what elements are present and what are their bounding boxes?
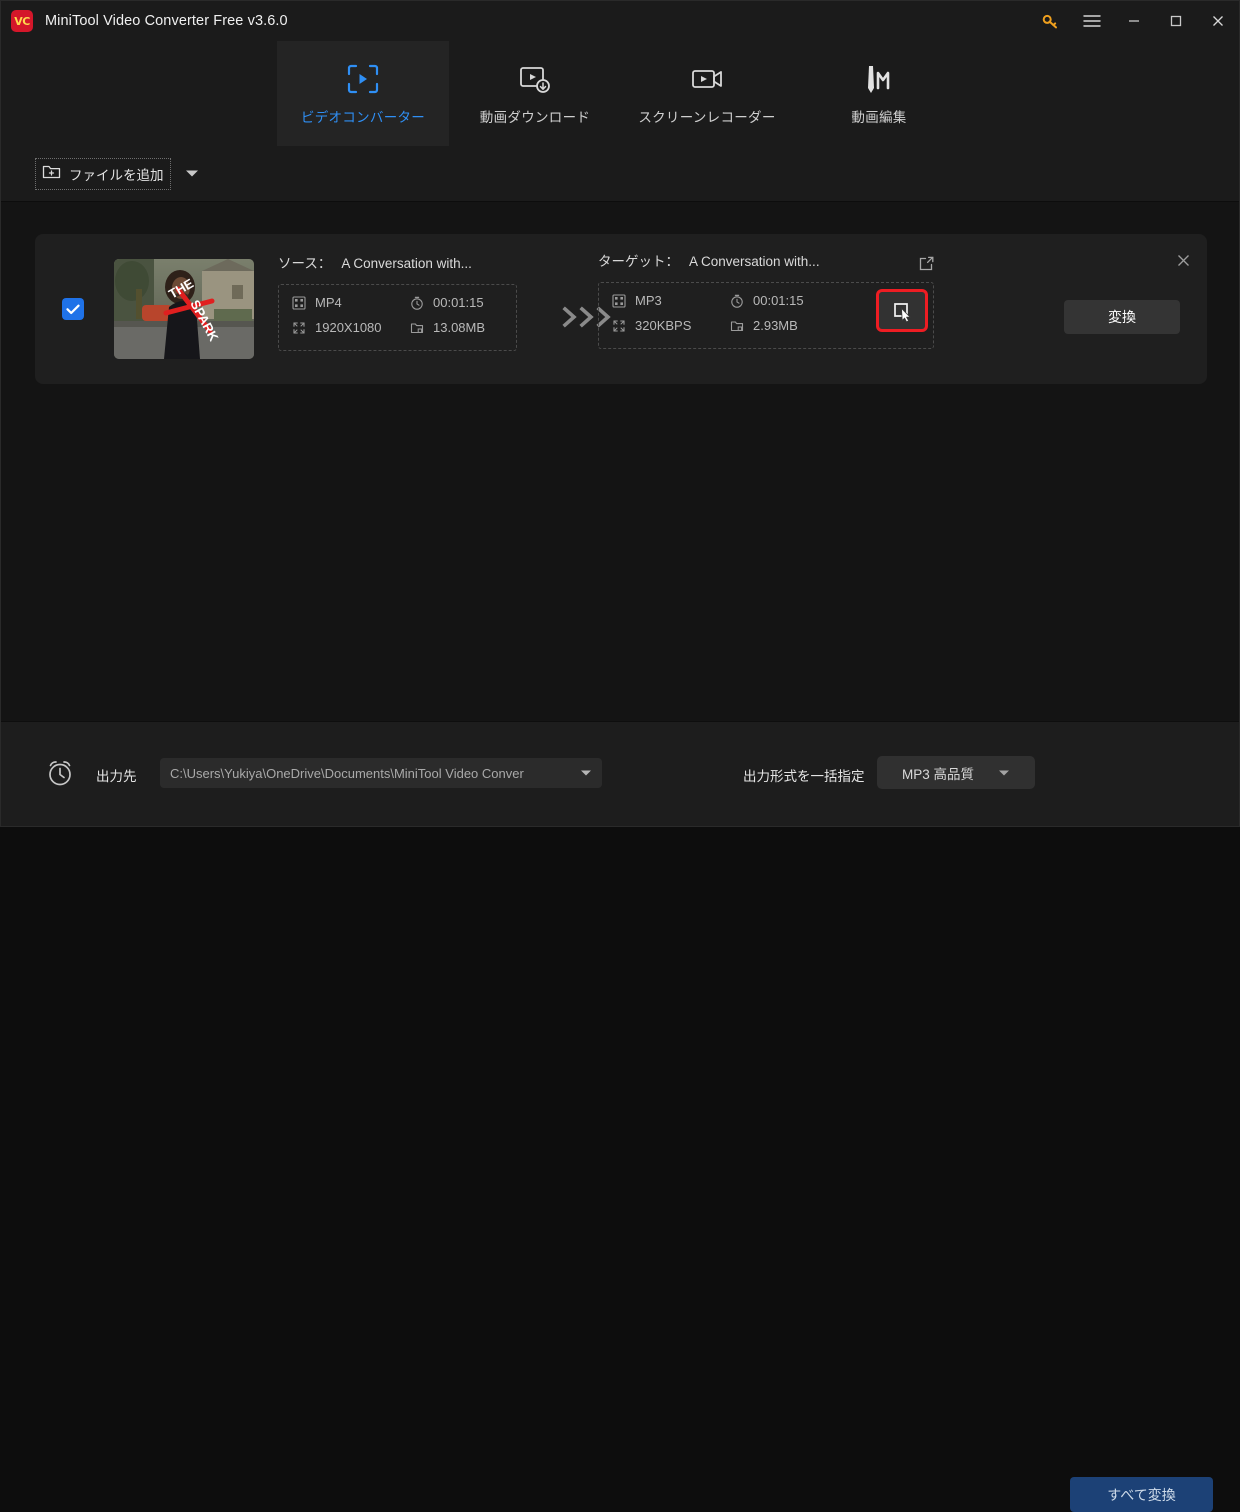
title-bar: VC MiniTool Video Converter Free v3.6.0 [1,1,1239,41]
file-select-checkbox[interactable] [62,298,84,320]
source-size: 13.08MB [409,320,504,335]
source-duration-value: 00:01:15 [433,295,484,310]
hamburger-menu-icon[interactable] [1071,1,1113,41]
source-info-box: MP4 00:01:15 1920X1080 13.08MB [278,284,517,351]
tab-label: スクリーンレコーダー [638,109,776,125]
source-format: MP4 [291,295,409,310]
tab-video-edit[interactable]: 動画編集 [793,41,965,146]
target-info-box: MP3 00:01:15 320KBPS 2.93MB [598,282,934,349]
add-file-button[interactable]: ファイルを追加 [35,157,171,190]
video-converter-icon [345,62,381,96]
chevron-down-icon[interactable] [185,165,199,183]
source-format-value: MP4 [315,295,342,310]
add-file-label: ファイルを追加 [69,167,164,183]
target-filename: A Conversation with... [689,254,820,269]
tab-screen-recorder[interactable]: スクリーンレコーダー [621,41,793,146]
app-logo: VC [11,10,33,32]
chevron-down-icon[interactable] [998,764,1010,782]
window-title: MiniTool Video Converter Free v3.6.0 [45,13,288,29]
output-destination-label: 出力先 [96,769,137,784]
main-content-area: THE SPARK ソース： A Conversation with... MP… [1,202,1239,721]
source-title: ソース： A Conversation with... [278,252,528,272]
target-duration-value: 00:01:15 [753,293,804,308]
output-path-value: C:\Users\Yukiya\OneDrive\Documents\MiniT… [170,765,524,781]
alarm-clock-icon[interactable] [45,758,75,793]
edit-square-icon[interactable] [918,255,935,277]
source-block: ソース： A Conversation with... MP4 00:01:15… [278,252,528,351]
nav-left-spacer [1,41,277,146]
target-bitrate-value: 320KBPS [635,318,692,333]
source-filename: A Conversation with... [341,256,472,271]
output-path-select[interactable]: C:\Users\Yukiya\OneDrive\Documents\MiniT… [160,758,602,788]
file-size-icon [729,318,744,333]
key-icon[interactable] [1029,1,1071,41]
source-resolution: 1920X1080 [291,320,409,335]
bottom-bar: 出力先 C:\Users\Yukiya\OneDrive\Documents\M… [1,721,1239,1512]
file-row-card: THE SPARK ソース： A Conversation with... MP… [35,234,1207,384]
tab-label: 動画ダウンロード [479,109,591,125]
output-format-select[interactable]: MP3 高品質 [877,756,1035,789]
screen-recorder-icon [689,62,725,96]
remove-file-button[interactable] [1173,250,1193,270]
file-format-icon [611,293,626,308]
batch-format-label: 出力形式を一括指定 [743,769,865,784]
video-download-icon [517,62,553,96]
convert-all-button[interactable]: すべて変換 [1070,1477,1213,1512]
minimize-button[interactable] [1113,1,1155,41]
source-duration: 00:01:15 [409,295,504,310]
resolution-icon [611,318,626,333]
tab-label: ビデオコンバーター [300,109,426,125]
toolbar: ファイルを追加 変換中 変換済み [1,146,1239,342]
convert-button[interactable]: 変換 [1064,300,1180,334]
maximize-button[interactable] [1155,1,1197,41]
tab-video-converter[interactable]: ビデオコンバーター [277,41,449,146]
output-format-value: MP3 高品質 [901,766,974,782]
resolution-icon [291,320,306,335]
source-resolution-value: 1920X1080 [315,320,382,335]
target-title: ターゲット： A Conversation with... [598,250,948,270]
target-label: ターゲット： [598,254,679,269]
file-size-icon [409,320,424,335]
target-block: ターゲット： A Conversation with... MP3 00:01:… [598,250,948,349]
tab-video-download[interactable]: 動画ダウンロード [449,41,621,146]
stopwatch-icon [409,295,424,310]
application-window: VC MiniTool Video Converter Free v3.6.0 [0,0,1240,1512]
video-edit-icon [861,62,897,96]
target-bitrate: 320KBPS [611,318,729,333]
main-nav-tabs: ビデオコンバーター 動画ダウンロード スクリーンレコーダー 動画編集 [1,41,1239,146]
folder-plus-icon [42,163,61,185]
chevron-down-icon[interactable] [580,764,592,782]
file-format-icon [291,295,306,310]
close-button[interactable] [1197,1,1239,41]
target-format-value: MP3 [635,293,662,308]
source-size-value: 13.08MB [433,320,486,335]
cursor-select-icon[interactable] [879,292,925,329]
target-format: MP3 [611,293,729,308]
source-label: ソース： [278,256,332,271]
target-size-value: 2.93MB [753,318,798,333]
stopwatch-icon [729,293,744,308]
video-thumbnail[interactable]: THE SPARK [114,259,254,359]
tab-label: 動画編集 [851,109,907,125]
